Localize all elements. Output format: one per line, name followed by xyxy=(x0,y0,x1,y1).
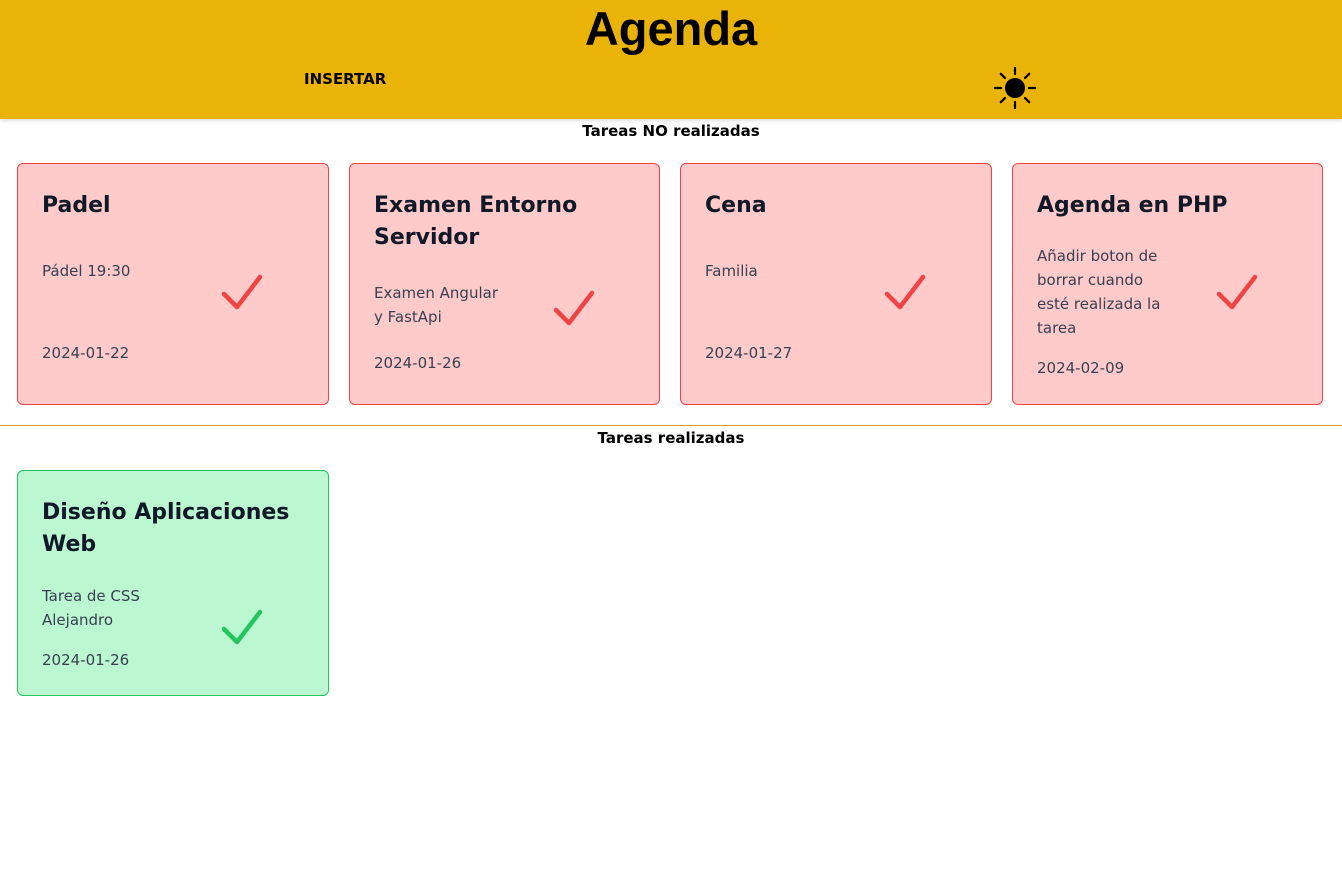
sun-icon xyxy=(993,66,1037,110)
checkmark-icon xyxy=(553,290,595,326)
insert-link[interactable]: INSERTAR xyxy=(304,70,386,88)
task-card: Examen Entorno Servidor Examen Angular y… xyxy=(349,163,660,405)
task-title: Diseño Aplicaciones Web xyxy=(42,500,290,557)
app-header: Agenda INSERTAR xyxy=(0,0,1342,119)
checkmark-icon xyxy=(884,274,926,310)
task-description: Examen Angular y FastApi xyxy=(374,284,498,326)
pending-section-title: Tareas NO realizadas xyxy=(582,122,760,140)
task-date: 2024-01-27 xyxy=(705,344,793,362)
task-date: 2024-01-22 xyxy=(42,344,130,362)
task-title: Agenda en PHP xyxy=(1037,193,1228,218)
mark-done-button[interactable] xyxy=(220,274,264,314)
task-description: Pádel 19:30 xyxy=(42,262,131,280)
task-description: Añadir boton de borrar cuando esté reali… xyxy=(1037,247,1161,337)
app-title: Agenda xyxy=(584,2,758,55)
task-date: 2024-01-26 xyxy=(42,651,130,669)
task-title: Cena xyxy=(705,193,767,218)
task-card: Cena Familia 2024-01-27 xyxy=(680,163,992,405)
checkmark-icon xyxy=(221,609,263,645)
mark-done-button[interactable] xyxy=(883,274,927,314)
theme-toggle-button[interactable] xyxy=(993,66,1037,110)
checkmark-icon xyxy=(221,274,263,310)
task-card: Padel Pádel 19:30 2024-01-22 xyxy=(17,163,329,405)
mark-done-button[interactable] xyxy=(552,290,596,330)
task-description: Tarea de CSS Alejandro xyxy=(42,587,140,629)
task-card: Agenda en PHP Añadir boton de borrar cua… xyxy=(1012,163,1323,405)
task-card: Diseño Aplicaciones Web Tarea de CSS Ale… xyxy=(17,470,329,696)
mark-pending-button[interactable] xyxy=(220,609,264,649)
mark-done-button[interactable] xyxy=(1215,274,1259,314)
task-date: 2024-02-09 xyxy=(1037,359,1125,377)
task-date: 2024-01-26 xyxy=(374,354,462,372)
task-description: Familia xyxy=(705,262,758,280)
done-section-title: Tareas realizadas xyxy=(597,429,745,447)
task-title: Examen Entorno Servidor xyxy=(374,193,578,250)
task-title: Padel xyxy=(42,193,111,218)
checkmark-icon xyxy=(1216,274,1258,310)
section-divider xyxy=(0,425,1342,426)
